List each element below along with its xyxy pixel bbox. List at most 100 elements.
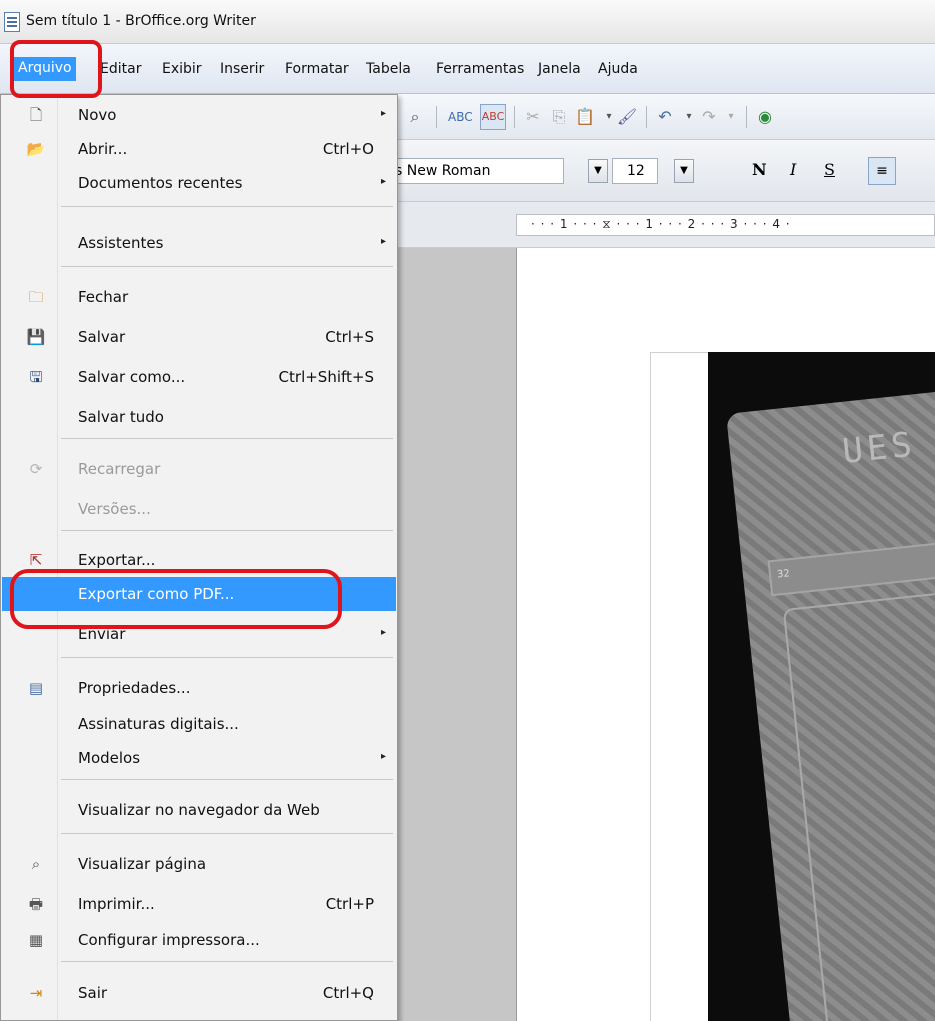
menu-item-shortcut: Ctrl+Q bbox=[322, 984, 374, 1002]
photo-field-number: 32 bbox=[776, 568, 791, 581]
zoom-icon[interactable]: ⌕ bbox=[404, 106, 426, 128]
font-name-dropdown-icon[interactable]: ▼ bbox=[588, 159, 608, 183]
toolbar-separator bbox=[436, 106, 437, 128]
copy-icon[interactable]: ⎘ bbox=[548, 106, 570, 128]
menu-item-sair[interactable]: ⇥ Sair Ctrl+Q bbox=[2, 976, 396, 1010]
paste-icon[interactable]: 📋 bbox=[574, 106, 596, 128]
menu-divider bbox=[61, 657, 393, 658]
menu-inserir[interactable]: Inserir bbox=[220, 61, 264, 77]
photo-booklet: UES 32 AN bbox=[726, 386, 935, 1021]
printer-icon: 🖶 bbox=[28, 895, 44, 913]
photo-panel bbox=[782, 586, 935, 1021]
menu-item-assinaturas-digitais[interactable]: Assinaturas digitais... bbox=[2, 707, 396, 741]
submenu-arrow-icon: ▸ bbox=[380, 108, 386, 119]
toolbar-separator bbox=[514, 106, 515, 128]
align-left-icon[interactable]: ≡ bbox=[868, 157, 896, 185]
font-size-dropdown-icon[interactable]: ▼ bbox=[674, 159, 694, 183]
menu-item-visualizar-pagina[interactable]: ⌕ Visualizar página bbox=[2, 847, 396, 881]
menu-item-label: Sair bbox=[78, 984, 108, 1002]
menu-item-salvar-como[interactable]: 🖫 Salvar como... Ctrl+Shift+S bbox=[2, 360, 396, 394]
undo-icon[interactable]: ↶ bbox=[654, 106, 676, 128]
page-margin-corner bbox=[650, 352, 708, 1021]
print-preview-icon: ⌕ bbox=[31, 855, 41, 873]
menu-item-label: Propriedades... bbox=[78, 679, 191, 697]
menu-item-salvar[interactable]: 💾 Salvar Ctrl+S bbox=[2, 320, 396, 354]
menu-divider bbox=[61, 438, 393, 439]
menu-item-novo[interactable]: 🗋 Novo ▸ bbox=[2, 98, 396, 132]
menu-divider bbox=[61, 266, 393, 267]
font-size-box[interactable]: 12 bbox=[612, 158, 658, 184]
menu-item-assistentes[interactable]: Assistentes ▸ bbox=[2, 226, 396, 260]
writer-document-icon bbox=[4, 12, 20, 32]
menu-item-label: Salvar tudo bbox=[78, 408, 164, 426]
menu-item-label: Novo bbox=[78, 106, 117, 124]
menu-item-label: Assinaturas digitais... bbox=[78, 715, 239, 733]
menu-item-shortcut: Ctrl+Shift+S bbox=[278, 368, 374, 386]
menu-item-abrir[interactable]: 📂 Abrir... Ctrl+O bbox=[2, 132, 396, 166]
menu-item-recarregar[interactable]: ⟳ Recarregar bbox=[2, 452, 396, 486]
photo-field-box bbox=[767, 537, 935, 597]
menu-item-salvar-tudo[interactable]: Salvar tudo bbox=[2, 400, 396, 434]
menu-item-documentos-recentes[interactable]: Documentos recentes ▸ bbox=[2, 166, 396, 200]
cut-icon[interactable]: ✂ bbox=[522, 106, 544, 128]
menu-item-exportar[interactable]: ⇱ Exportar... bbox=[2, 543, 396, 577]
menu-exibir[interactable]: Exibir bbox=[162, 61, 202, 77]
menu-ferramentas[interactable]: Ferramentas bbox=[436, 61, 524, 77]
horizontal-ruler[interactable]: · · · 1 · · · ⧖ · · · 1 · · · 2 · · · 3 … bbox=[516, 214, 935, 236]
italic-button[interactable]: I bbox=[790, 160, 796, 179]
redo-icon[interactable]: ↷ bbox=[698, 106, 720, 128]
menu-item-shortcut: Ctrl+O bbox=[322, 140, 374, 158]
menu-divider bbox=[61, 961, 393, 962]
menu-divider bbox=[61, 530, 393, 531]
save-icon: 💾 bbox=[26, 328, 46, 346]
menu-item-fechar[interactable]: 🗀 Fechar bbox=[2, 280, 396, 314]
menu-janela[interactable]: Janela bbox=[538, 61, 581, 77]
menu-tabela[interactable]: Tabela bbox=[366, 61, 411, 77]
menu-divider bbox=[61, 779, 393, 780]
underline-button[interactable]: S bbox=[824, 160, 835, 179]
menu-item-label: Imprimir... bbox=[78, 895, 155, 913]
menu-item-shortcut: Ctrl+P bbox=[325, 895, 374, 913]
menu-item-imprimir[interactable]: 🖶 Imprimir... Ctrl+P bbox=[2, 887, 396, 921]
export-icon: ⇱ bbox=[29, 551, 43, 569]
hyperlink-globe-icon[interactable]: ◉ bbox=[754, 106, 776, 128]
menu-item-label: Visualizar página bbox=[78, 855, 207, 873]
inserted-photo[interactable]: UES 32 AN bbox=[708, 352, 935, 1021]
font-name-box[interactable]: s New Roman bbox=[394, 158, 564, 184]
menu-formatar[interactable]: Formatar bbox=[285, 61, 349, 77]
menu-item-versoes[interactable]: Versões... bbox=[2, 492, 396, 526]
open-folder-icon: 📂 bbox=[26, 140, 46, 158]
menu-item-visualizar-navegador[interactable]: Visualizar no navegador da Web bbox=[2, 793, 396, 827]
clone-formatting-icon[interactable]: 🖌 bbox=[616, 106, 638, 128]
menu-arquivo[interactable]: Arquivo bbox=[14, 57, 76, 81]
menu-item-enviar[interactable]: Enviar ▸ bbox=[2, 617, 396, 651]
close-document-icon: 🗀 bbox=[28, 288, 44, 306]
undo-dropdown-icon[interactable]: ▾ bbox=[678, 106, 700, 128]
photo-stamp-text: UES bbox=[840, 424, 918, 472]
menu-item-label: Salvar como... bbox=[78, 368, 186, 386]
redo-dropdown-icon[interactable]: ▾ bbox=[720, 106, 742, 128]
menu-item-modelos[interactable]: Modelos ▸ bbox=[2, 741, 396, 775]
printer-setup-icon: ▦ bbox=[28, 931, 44, 949]
autospellcheck-icon[interactable]: ABC bbox=[480, 104, 506, 130]
menu-item-label: Recarregar bbox=[78, 460, 161, 478]
submenu-arrow-icon: ▸ bbox=[380, 236, 386, 247]
new-document-icon: 🗋 bbox=[29, 106, 43, 124]
properties-icon: ▤ bbox=[28, 679, 44, 697]
menu-item-configurar-impressora[interactable]: ▦ Configurar impressora... bbox=[2, 923, 396, 957]
reload-icon: ⟳ bbox=[29, 460, 43, 478]
menu-item-propriedades[interactable]: ▤ Propriedades... bbox=[2, 671, 396, 705]
menu-bar: Arquivo Editar Exibir Inserir Formatar T… bbox=[0, 44, 935, 94]
window-title: Sem título 1 - BrOffice.org Writer bbox=[26, 13, 256, 29]
menu-item-label: Assistentes bbox=[78, 234, 164, 252]
submenu-arrow-icon: ▸ bbox=[380, 176, 386, 187]
menu-ajuda[interactable]: Ajuda bbox=[598, 61, 638, 77]
save-as-icon: 🖫 bbox=[29, 368, 43, 386]
bold-button[interactable]: N bbox=[752, 160, 767, 179]
spellcheck-icon[interactable]: ABC bbox=[448, 106, 473, 128]
exit-icon: ⇥ bbox=[29, 984, 43, 1002]
menu-item-label: Configurar impressora... bbox=[78, 931, 260, 949]
menu-editar[interactable]: Editar bbox=[100, 61, 141, 77]
menu-item-label: Exportar... bbox=[78, 551, 156, 569]
menu-item-exportar-como-pdf[interactable]: Exportar como PDF... bbox=[2, 577, 396, 611]
